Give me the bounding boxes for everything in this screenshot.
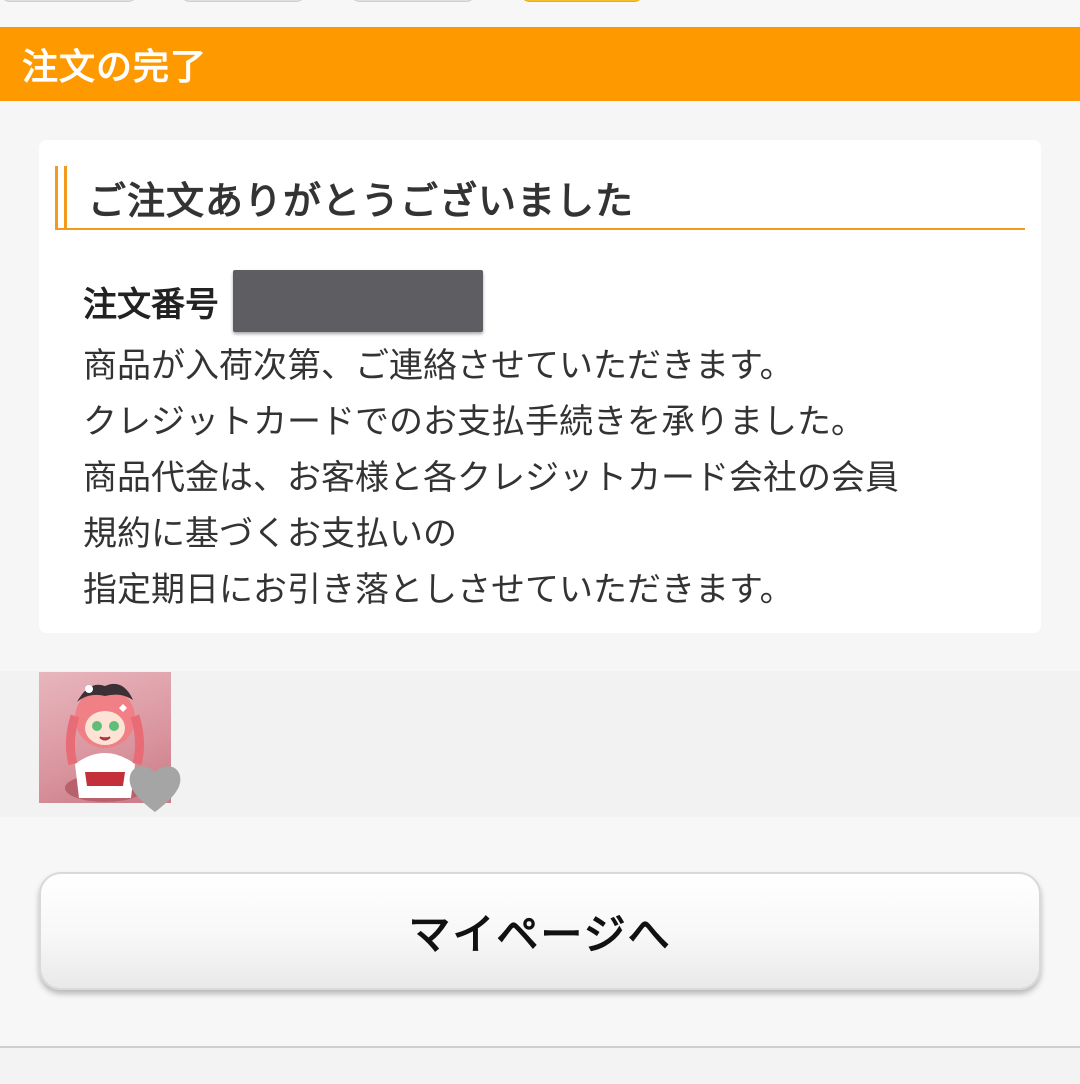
message-line: 指定期日にお引き落としさせていただきます。 bbox=[83, 570, 794, 610]
top-tab-strip bbox=[0, 0, 1080, 27]
message-line: 商品代金は、お客様と各クレジットカード会社の会員 bbox=[83, 458, 899, 498]
title-accent-bars bbox=[55, 166, 67, 228]
order-number-redacted bbox=[233, 270, 483, 332]
heart-glyph bbox=[129, 766, 181, 812]
message-line: 商品が入荷次第、ご連絡させていただきます。 bbox=[83, 346, 794, 386]
message-line: 規約に基づくお支払いの bbox=[83, 514, 457, 554]
tab-stub-active[interactable] bbox=[520, 0, 644, 2]
order-number-row: 注文番号 bbox=[83, 270, 483, 332]
order-complete-card: ご注文ありがとうございました 注文番号 商品が入荷次第、ご連絡させていただきます… bbox=[39, 140, 1041, 633]
tab-stub[interactable] bbox=[0, 0, 138, 2]
card-title-bar: ご注文ありがとうございました bbox=[55, 166, 1025, 230]
mypage-button[interactable]: マイページへ bbox=[39, 872, 1041, 990]
message-line: クレジットカードでのお支払手続きを承りました。 bbox=[83, 402, 865, 442]
order-number-label: 注文番号 bbox=[83, 284, 219, 325]
heart-icon[interactable] bbox=[126, 758, 184, 816]
tab-stub[interactable] bbox=[180, 0, 306, 2]
thank-you-heading: ご注文ありがとうございました bbox=[88, 178, 635, 223]
page-title: 注文の完了 bbox=[22, 47, 208, 88]
footer-divider bbox=[0, 1046, 1080, 1084]
section-header: 注文の完了 bbox=[0, 27, 1080, 101]
tab-stub[interactable] bbox=[350, 0, 476, 2]
